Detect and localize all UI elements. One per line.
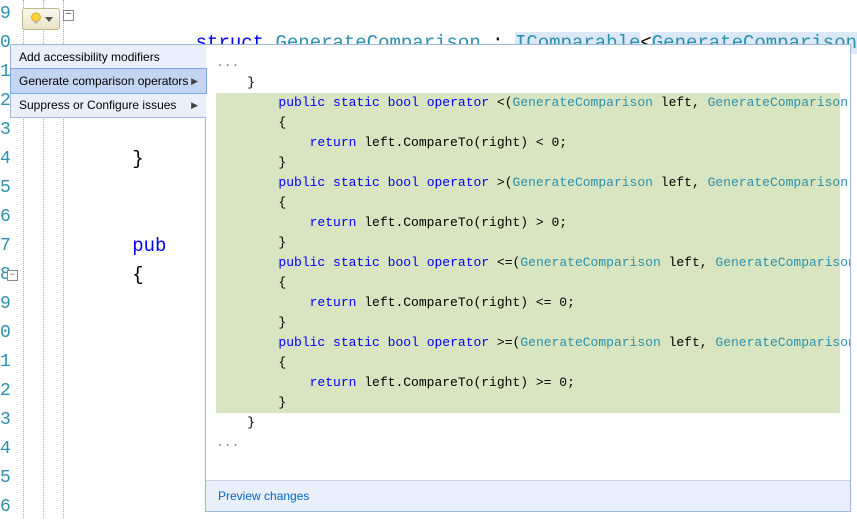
line-number: 1 <box>0 348 11 377</box>
line-number: 0 <box>0 319 11 348</box>
line-number: 6 <box>0 203 11 232</box>
preview-line: { <box>216 353 840 373</box>
chevron-down-icon <box>45 17 53 22</box>
quick-actions-button[interactable] <box>22 8 60 30</box>
preview-line: } <box>216 313 840 333</box>
preview-line: public static bool operator >(GenerateCo… <box>216 173 840 193</box>
line-number: 2 <box>0 377 11 406</box>
quick-action-label: Add accessibility modifiers <box>19 50 160 64</box>
preview-line: { <box>216 273 840 293</box>
highlighted-diff: public static bool operator <(GenerateCo… <box>216 93 840 413</box>
preview-line: ... <box>216 433 840 453</box>
line-number: 5 <box>0 464 11 493</box>
line-number: 3 <box>0 116 11 145</box>
preview-line: } <box>216 413 840 433</box>
chevron-right-icon: ▶ <box>191 100 198 111</box>
preview-line: { <box>216 113 840 133</box>
preview-changes-link[interactable]: Preview changes <box>218 489 309 503</box>
quick-action-item[interactable]: Add accessibility modifiers <box>11 45 206 69</box>
preview-line: } <box>216 233 840 253</box>
quick-action-item[interactable]: Generate comparison operators▶ <box>10 68 207 94</box>
quick-action-label: Generate comparison operators <box>19 74 188 88</box>
quick-actions-menu: Add accessibility modifiers Generate comp… <box>10 44 206 118</box>
line-number: 4 <box>0 435 11 464</box>
preview-line: } <box>216 153 840 173</box>
lightbulb-icon <box>29 12 43 26</box>
preview-line: return left.CompareTo(right) >= 0; <box>216 373 840 393</box>
preview-line: public static bool operator <=(GenerateC… <box>216 253 840 273</box>
fold-toggle-icon[interactable]: − <box>7 270 18 281</box>
preview-line: public static bool operator >=(GenerateC… <box>216 333 840 353</box>
preview-line: ... <box>216 53 840 73</box>
line-number: 7 <box>0 232 11 261</box>
preview-line: } <box>216 73 840 93</box>
code-line: struct GenerateComparison : IComparable<… <box>42 0 857 29</box>
quick-action-label: Suppress or Configure issues <box>19 98 176 112</box>
preview-line: return left.CompareTo(right) > 0; <box>216 213 840 233</box>
code-preview-panel: ... } public static bool operator <(Gene… <box>205 44 851 512</box>
line-number: 3 <box>0 406 11 435</box>
preview-line: } <box>216 393 840 413</box>
line-number: 9 <box>0 0 11 29</box>
line-number: 9 <box>0 290 11 319</box>
line-number: 5 <box>0 174 11 203</box>
fold-toggle-icon[interactable]: − <box>63 10 74 21</box>
preview-line: { <box>216 193 840 213</box>
chevron-right-icon: ▶ <box>191 76 198 87</box>
preview-line: return left.CompareTo(right) < 0; <box>216 133 840 153</box>
preview-line: public static bool operator <(GenerateCo… <box>216 93 840 113</box>
quick-action-item[interactable]: Suppress or Configure issues ▶ <box>11 93 206 117</box>
preview-line: return left.CompareTo(right) <= 0; <box>216 293 840 313</box>
line-number: 4 <box>0 145 11 174</box>
